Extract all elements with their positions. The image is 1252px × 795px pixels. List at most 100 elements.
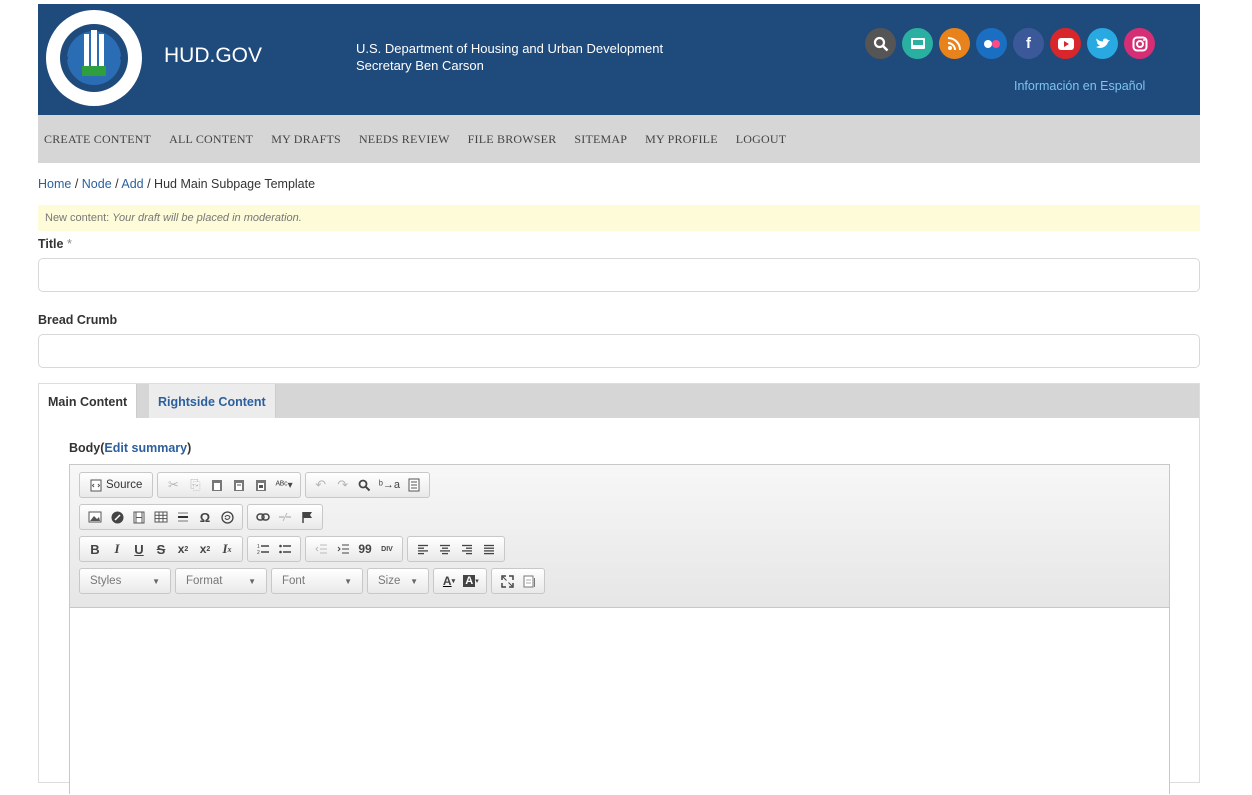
align-center-icon[interactable] [434,539,456,559]
paren-close: ) [187,441,192,455]
notice-message: Your draft will be placed in moderation. [112,212,302,224]
chevron-down-icon: ▾ [451,578,456,585]
media-icon[interactable] [128,507,150,527]
agency-name: U.S. Department of Housing and Urban Dev… [356,40,663,74]
iframe-icon[interactable] [216,507,238,527]
facebook-icon[interactable]: f [1013,28,1044,59]
chevron-down-icon: ▼ [344,576,352,586]
site-header: HUD.GOV U.S. Department of Housing and U… [38,4,1200,115]
format-dropdown[interactable]: Format ▼ [180,570,262,592]
bread-crumb-input[interactable] [38,334,1200,368]
format-label: Format [186,575,223,587]
background-color-button[interactable]: A ▾ [460,571,482,591]
source-label: Source [106,479,143,491]
nav-my-profile[interactable]: MY PROFILE [645,132,718,147]
breadcrumb-add[interactable]: Add [121,177,143,191]
nav-all-content[interactable]: ALL CONTENT [169,132,253,147]
email-icon[interactable] [902,28,933,59]
nav-create-content[interactable]: CREATE CONTENT [44,132,151,147]
subscript-icon[interactable]: x2 [172,539,194,559]
search-icon[interactable] [865,28,896,59]
styles-group: Styles ▼ [79,568,171,594]
tab-main-content[interactable]: Main Content [39,384,138,418]
styles-dropdown[interactable]: Styles ▼ [84,570,166,592]
underline-button[interactable]: U [128,539,150,559]
horizontal-rule-icon[interactable] [172,507,194,527]
tab-bar: Main Content Rightside Content [39,384,1199,418]
nav-needs-review[interactable]: NEEDS REVIEW [359,132,450,147]
flash-icon[interactable] [106,507,128,527]
title-label: Title * [38,237,72,251]
nav-file-browser[interactable]: FILE BROWSER [468,132,557,147]
instagram-icon[interactable] [1124,28,1155,59]
site-name[interactable]: HUD.GOV [164,44,262,68]
outdent-icon[interactable] [310,539,332,559]
anchor-flag-icon[interactable] [296,507,318,527]
numbered-list-icon[interactable]: 12 [252,539,274,559]
undo-icon[interactable]: ↶ [310,475,332,495]
spellcheck-icon[interactable]: ᴬᴮᶜ▾ [272,475,295,495]
paste-word-icon[interactable] [250,475,272,495]
nav-my-drafts[interactable]: MY DRAFTS [271,132,341,147]
breadcrumb-node[interactable]: Node [82,177,112,191]
source-group: Source [79,472,154,498]
background-color-label: A [463,575,476,587]
youtube-icon[interactable] [1050,28,1081,59]
source-button[interactable]: Source [84,475,148,495]
remove-format-icon[interactable]: Ix [216,539,238,559]
redo-icon[interactable]: ↷ [332,475,354,495]
superscript-icon[interactable]: x2 [194,539,216,559]
blockquote-icon[interactable]: 99 [354,539,376,559]
flickr-icon[interactable] [976,28,1007,59]
editor-content-area[interactable] [70,609,1169,795]
hud-seal-logo[interactable] [46,10,142,106]
toolbar-row-4: Styles ▼ Format ▼ Font ▼ Size ▼ A ▾ A ▾ [79,568,545,594]
strikethrough-button[interactable]: S [150,539,172,559]
show-blocks-icon[interactable] [518,571,540,591]
title-input[interactable] [38,258,1200,292]
basic-styles-group: B I U S x2 x2 Ix [79,536,243,562]
tab-rightside-content[interactable]: Rightside Content [149,384,276,418]
chevron-down-icon: ▼ [248,576,256,586]
right-gutter [1200,0,1252,776]
italic-button[interactable]: I [106,539,128,559]
special-char-icon[interactable]: Ω [194,507,216,527]
unlink-icon[interactable] [274,507,296,527]
rich-text-editor: Source ✂ ⎘ ᴬᴮᶜ▾ ↶ ↷ ᵇ→a Ω B I U S x 2 x … [69,464,1170,795]
bold-button[interactable]: B [84,539,106,559]
edit-summary-link[interactable]: Edit summary [104,441,187,455]
bullet-list-icon[interactable] [274,539,296,559]
size-dropdown[interactable]: Size ▼ [372,570,424,592]
paste-text-icon[interactable] [228,475,250,495]
paste-icon[interactable] [206,475,228,495]
replace-icon[interactable]: ᵇ→a [376,475,403,495]
nav-sitemap[interactable]: SITEMAP [574,132,627,147]
align-left-icon[interactable] [412,539,434,559]
copy-icon[interactable]: ⎘ [184,475,206,495]
nav-logout[interactable]: LOGOUT [736,132,787,147]
cut-icon[interactable]: ✂ [162,475,184,495]
find-icon[interactable] [354,475,376,495]
breadcrumb-home[interactable]: Home [38,177,71,191]
font-dropdown[interactable]: Font ▼ [276,570,358,592]
text-color-button[interactable]: A ▾ [438,571,460,591]
format-group: Format ▼ [175,568,267,594]
content-tabs-panel: Main Content Rightside Content Body(Edit… [38,383,1200,795]
toolbar-row-3: B I U S x2 x2 Ix 12 99 DIV [79,536,505,562]
agency-line: U.S. Department of Housing and Urban Dev… [356,41,664,56]
maximize-icon[interactable] [496,571,518,591]
admin-nav: CREATE CONTENT ALL CONTENT MY DRAFTS NEE… [38,115,1200,163]
title-label-text: Title [38,237,64,251]
select-all-icon[interactable] [403,475,425,495]
indent-group: 99 DIV [305,536,403,562]
indent-icon[interactable] [332,539,354,559]
justify-icon[interactable] [478,539,500,559]
image-icon[interactable] [84,507,106,527]
rss-icon[interactable] [939,28,970,59]
table-icon[interactable] [150,507,172,527]
twitter-icon[interactable] [1087,28,1118,59]
align-right-icon[interactable] [456,539,478,559]
link-icon[interactable] [252,507,274,527]
create-div-icon[interactable]: DIV [376,539,398,559]
espanol-link[interactable]: Información en Español [1014,79,1145,93]
